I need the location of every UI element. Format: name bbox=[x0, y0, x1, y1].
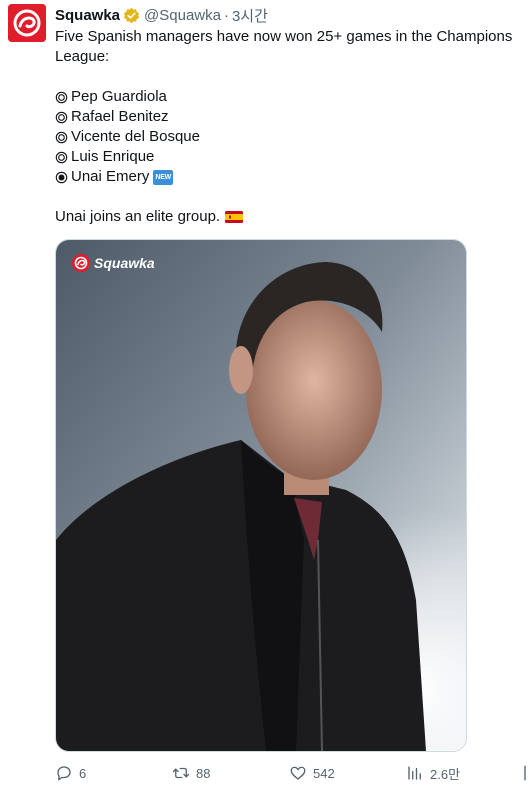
squawka-logo-icon bbox=[8, 4, 46, 42]
spain-flag-icon bbox=[225, 211, 244, 223]
tweet-closing: Unai joins an elite group. bbox=[55, 208, 221, 225]
heart-icon bbox=[290, 766, 306, 780]
circle-outline-icon bbox=[55, 151, 69, 164]
watermark-text: Squawka bbox=[94, 255, 155, 271]
manager-name: Rafael Benitez bbox=[71, 108, 169, 125]
retweet-count: 88 bbox=[196, 765, 211, 781]
manager-name: Luis Enrique bbox=[71, 148, 155, 165]
manager-name: Unai Emery bbox=[71, 168, 150, 185]
circle-outline-icon bbox=[55, 111, 69, 124]
tweet-photo[interactable]: Squawka bbox=[55, 239, 467, 752]
manager-name: Vicente del Bosque bbox=[71, 128, 200, 145]
list-item: Luis Enrique bbox=[55, 147, 525, 167]
list-item: Unai Emery NEW bbox=[55, 167, 525, 187]
bookmark-icon bbox=[524, 765, 526, 781]
handle[interactable]: @Squawka bbox=[144, 7, 221, 24]
tweet-body: Five Spanish managers have now won 25+ g… bbox=[55, 27, 525, 227]
like-count: 542 bbox=[313, 765, 335, 781]
retweet-button[interactable]: 88 bbox=[172, 762, 210, 784]
squawka-watermark: Squawka bbox=[72, 254, 155, 272]
manager-name: Pep Guardiola bbox=[71, 88, 167, 105]
reply-button[interactable]: 6 bbox=[55, 762, 86, 784]
tweet-header: Squawka @Squawka · 3시간 bbox=[55, 5, 268, 25]
circle-outline-icon bbox=[55, 91, 69, 104]
tweet-closing-line: Unai joins an elite group. bbox=[55, 207, 525, 227]
list-item: Rafael Benitez bbox=[55, 107, 525, 127]
analytics-icon bbox=[408, 766, 421, 780]
list-item: Vicente del Bosque bbox=[55, 127, 525, 147]
squawka-logo-icon bbox=[72, 254, 90, 272]
separator-dot: · bbox=[223, 6, 229, 24]
tweet-intro: Five Spanish managers have now won 25+ g… bbox=[55, 28, 513, 65]
list-item: Pep Guardiola bbox=[55, 87, 525, 107]
tweet-actions: 6 88 542 2.6만 bbox=[55, 762, 529, 784]
manager-photo bbox=[56, 240, 466, 751]
new-badge-icon: NEW bbox=[153, 169, 174, 185]
reply-icon bbox=[57, 766, 71, 781]
retweet-icon bbox=[172, 767, 190, 779]
display-name[interactable]: Squawka bbox=[55, 7, 120, 24]
timestamp[interactable]: 3시간 bbox=[232, 5, 268, 26]
bookmark-button[interactable] bbox=[522, 762, 529, 784]
circle-outline-icon bbox=[55, 131, 69, 144]
like-button[interactable]: 542 bbox=[289, 762, 335, 784]
reply-count: 6 bbox=[79, 765, 87, 781]
views-button[interactable]: 2.6만 bbox=[406, 762, 460, 784]
view-count: 2.6만 bbox=[430, 766, 461, 782]
avatar[interactable] bbox=[8, 4, 46, 42]
circle-filled-icon bbox=[55, 171, 69, 184]
verified-badge-icon[interactable] bbox=[123, 7, 140, 24]
